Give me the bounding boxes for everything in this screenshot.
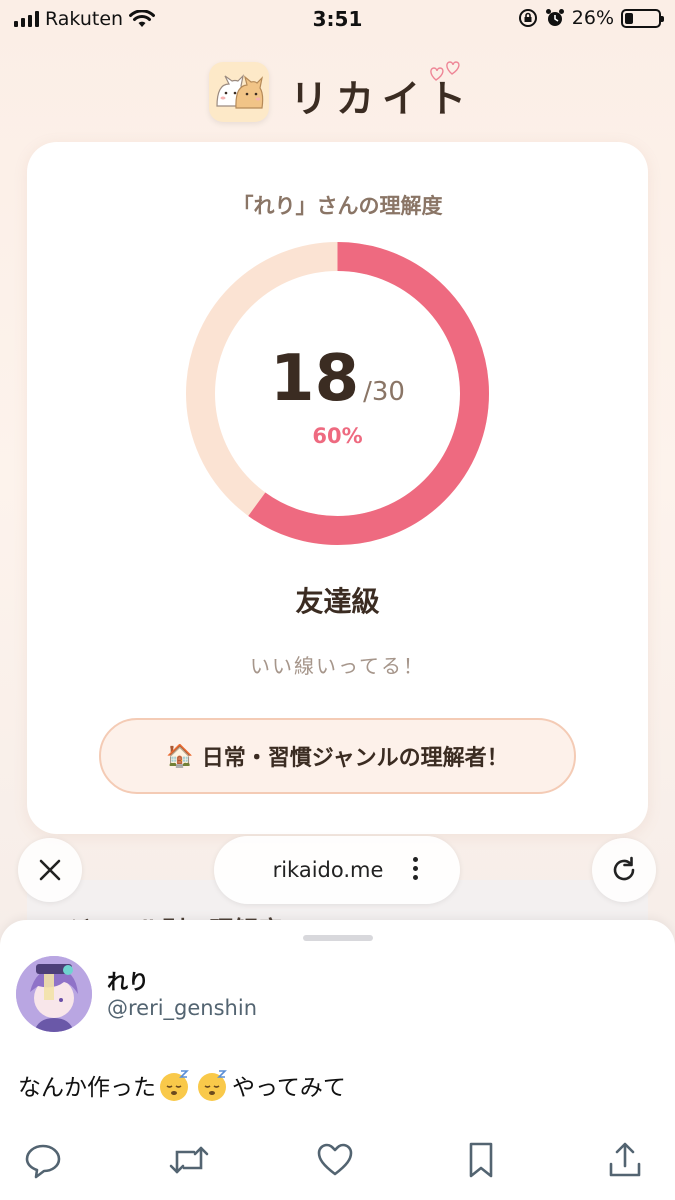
- avatar[interactable]: [16, 956, 92, 1032]
- close-icon: [39, 859, 61, 881]
- bookmark-icon: [469, 1142, 493, 1178]
- rotation-lock-icon: [518, 9, 537, 27]
- genre-label: 日常・習慣ジャンルの理解者！: [201, 746, 509, 771]
- share-button[interactable]: [603, 1138, 647, 1182]
- reload-icon: [613, 856, 635, 881]
- score: 18/30: [27, 342, 648, 416]
- retweet-button[interactable]: [167, 1138, 211, 1182]
- sleeping-face-icon: [160, 1070, 189, 1101]
- app-logo: [209, 62, 269, 122]
- result-card: 「れり」さんの理解度 18/30 60% 友達級 いい線いってる！ 🏠 日常・習…: [27, 142, 648, 834]
- battery-icon: [621, 8, 664, 28]
- share-icon: [609, 1142, 641, 1177]
- like-button[interactable]: [313, 1138, 357, 1182]
- anime-avatar-icon: [16, 956, 92, 1032]
- tweet-actions: [0, 1138, 675, 1182]
- status-bar: Rakuten 3:51 26%: [0, 0, 675, 38]
- cats-logo-icon: [216, 74, 264, 109]
- tweet-text-after: やってみて: [232, 1075, 346, 1101]
- tweet-sheet: れり @reri_genshin なんか作った やってみて: [0, 920, 675, 1200]
- bookmark-button[interactable]: [459, 1138, 503, 1182]
- house-icon: 🏠: [166, 743, 194, 769]
- display-name[interactable]: れり: [107, 966, 149, 996]
- score-value: 18: [270, 342, 360, 416]
- close-button[interactable]: [18, 838, 82, 902]
- battery-percent: 26%: [571, 7, 614, 29]
- reload-button[interactable]: [592, 838, 656, 902]
- app-header: リカイト: [0, 60, 675, 126]
- url-bar[interactable]: rikaido.me: [214, 836, 460, 904]
- status-right: 26%: [518, 7, 664, 29]
- hearts-icon: [430, 61, 460, 81]
- level-title: 友達級: [295, 585, 380, 618]
- tweet-text-before: なんか作った: [18, 1075, 156, 1101]
- understanding-subtitle: 「れり」さんの理解度: [232, 194, 443, 218]
- score-percent: 60%: [312, 424, 363, 448]
- sleeping-face-icon: [198, 1070, 227, 1101]
- retweet-icon: [169, 1146, 209, 1174]
- more-options-icon[interactable]: [413, 857, 418, 880]
- score-total: /30: [363, 377, 405, 407]
- genre-badge-button[interactable]: 🏠 日常・習慣ジャンルの理解者！: [99, 718, 576, 794]
- reply-icon: [25, 1144, 61, 1179]
- alarm-icon: [545, 9, 564, 26]
- sheet-grabber[interactable]: [303, 935, 373, 941]
- reply-button[interactable]: [21, 1138, 65, 1182]
- tweet-text: なんか作った やってみて: [18, 1068, 346, 1102]
- url-text: rikaido.me: [272, 858, 384, 882]
- browser-toolbar: rikaido.me: [0, 836, 675, 906]
- user-handle[interactable]: @reri_genshin: [107, 996, 257, 1020]
- level-message: いい線いってる！: [250, 654, 425, 678]
- heart-icon: [317, 1143, 353, 1176]
